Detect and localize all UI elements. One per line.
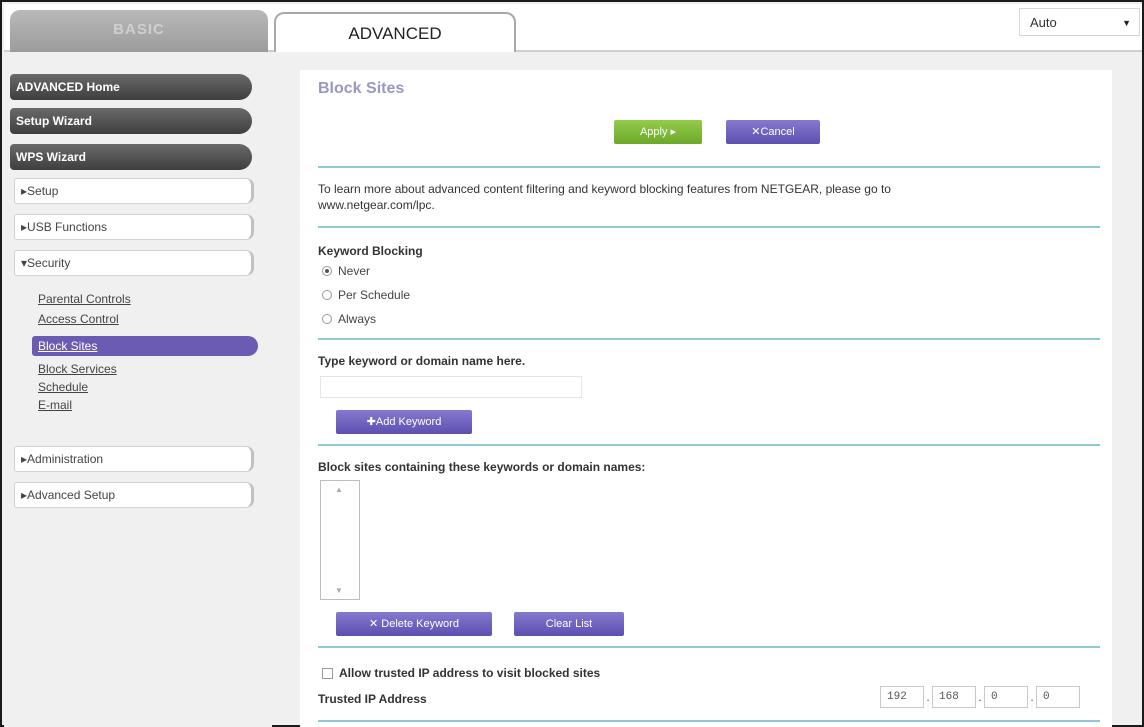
tab-basic[interactable]: BASIC [10,10,268,52]
sidebar-item-email[interactable]: E-mail [38,398,72,412]
language-select-value: Auto [1030,15,1057,30]
trusted-ip-field: 192 . 168 . 0 . 0 [880,686,1080,708]
router-admin-window: BASIC ADVANCED Auto ▼ ADVANCED Home Setu… [0,0,1144,727]
radio-never[interactable]: Never [322,264,370,278]
ip-octet-4[interactable]: 0 [1036,686,1080,708]
divider [318,166,1100,168]
sidebar-item-block-sites[interactable]: Block Sites [32,336,258,356]
ip-separator: . [1030,690,1034,704]
radio-unselected-icon[interactable] [322,314,332,324]
keyword-input[interactable] [320,376,582,398]
sidebar-item-setup-wizard[interactable]: Setup Wizard [10,108,252,134]
add-keyword-button[interactable]: ✚Add Keyword [336,410,472,434]
page-title: Block Sites [318,80,405,97]
ip-octet-2[interactable]: 168 [932,686,976,708]
chevron-down-icon: ▼ [1122,18,1131,28]
radio-unselected-icon[interactable] [322,290,332,300]
divider [318,646,1100,648]
sidebar-item-advanced-home[interactable]: ADVANCED Home [10,74,252,100]
scroll-up-icon[interactable]: ▲ [335,485,343,494]
sidebar-item-block-services[interactable]: Block Services [38,362,117,376]
apply-button[interactable]: Apply ▸ [614,120,702,144]
radio-always-label: Always [338,312,377,326]
divider [318,444,1100,446]
info-link-text: www.netgear.com/lpc. [318,198,435,212]
sidebar-item-access-control[interactable]: Access Control [38,312,119,326]
sidebar-section-setup[interactable]: ▸Setup [14,178,254,204]
keyword-blocking-heading: Keyword Blocking [318,244,423,258]
keyword-input-label: Type keyword or domain name here. [318,354,526,368]
sidebar-item-wps-wizard[interactable]: WPS Wizard [10,144,252,170]
scroll-down-icon[interactable]: ▼ [335,586,343,595]
cancel-button[interactable]: ✕Cancel [726,120,820,144]
top-tab-bar: BASIC ADVANCED Auto ▼ [4,4,1142,52]
ip-separator: . [926,690,930,704]
allow-trusted-ip-label: Allow trusted IP address to visit blocke… [339,666,601,680]
radio-per-schedule[interactable]: Per Schedule [322,288,410,302]
ip-separator: . [978,690,982,704]
info-text-line1: To learn more about advanced content fil… [318,182,891,196]
sidebar-section-security[interactable]: ▾Security [14,250,254,276]
tab-advanced[interactable]: ADVANCED [274,12,516,52]
trusted-ip-label: Trusted IP Address [318,692,427,706]
radio-always[interactable]: Always [322,312,376,326]
ip-octet-1[interactable]: 192 [880,686,924,708]
divider [318,338,1100,340]
sidebar-section-advanced-setup[interactable]: ▸Advanced Setup [14,482,254,508]
divider [318,720,1100,722]
radio-never-label: Never [338,264,371,278]
language-select[interactable]: Auto ▼ [1019,8,1140,36]
checkbox-icon[interactable] [322,667,333,679]
sidebar-section-administration[interactable]: ▸Administration [14,446,254,472]
sidebar: ADVANCED Home Setup Wizard WPS Wizard ▸S… [4,52,272,727]
clear-list-button[interactable]: Clear List [514,612,624,636]
sidebar-item-parental-controls[interactable]: Parental Controls [38,292,131,306]
radio-per-schedule-label: Per Schedule [338,288,411,302]
divider [318,226,1100,228]
delete-keyword-button[interactable]: ✕ Delete Keyword [336,612,492,636]
ip-octet-3[interactable]: 0 [984,686,1028,708]
sidebar-item-schedule[interactable]: Schedule [38,380,88,394]
main-content: Block Sites Apply ▸ ✕Cancel To learn mor… [300,70,1112,727]
blocked-keywords-list[interactable]: ▲ ▼ [320,480,360,600]
block-list-label: Block sites containing these keywords or… [318,460,646,474]
radio-selected-icon[interactable] [322,266,332,276]
sidebar-section-usb-functions[interactable]: ▸USB Functions [14,214,254,240]
allow-trusted-ip-checkbox[interactable]: Allow trusted IP address to visit blocke… [322,666,600,680]
